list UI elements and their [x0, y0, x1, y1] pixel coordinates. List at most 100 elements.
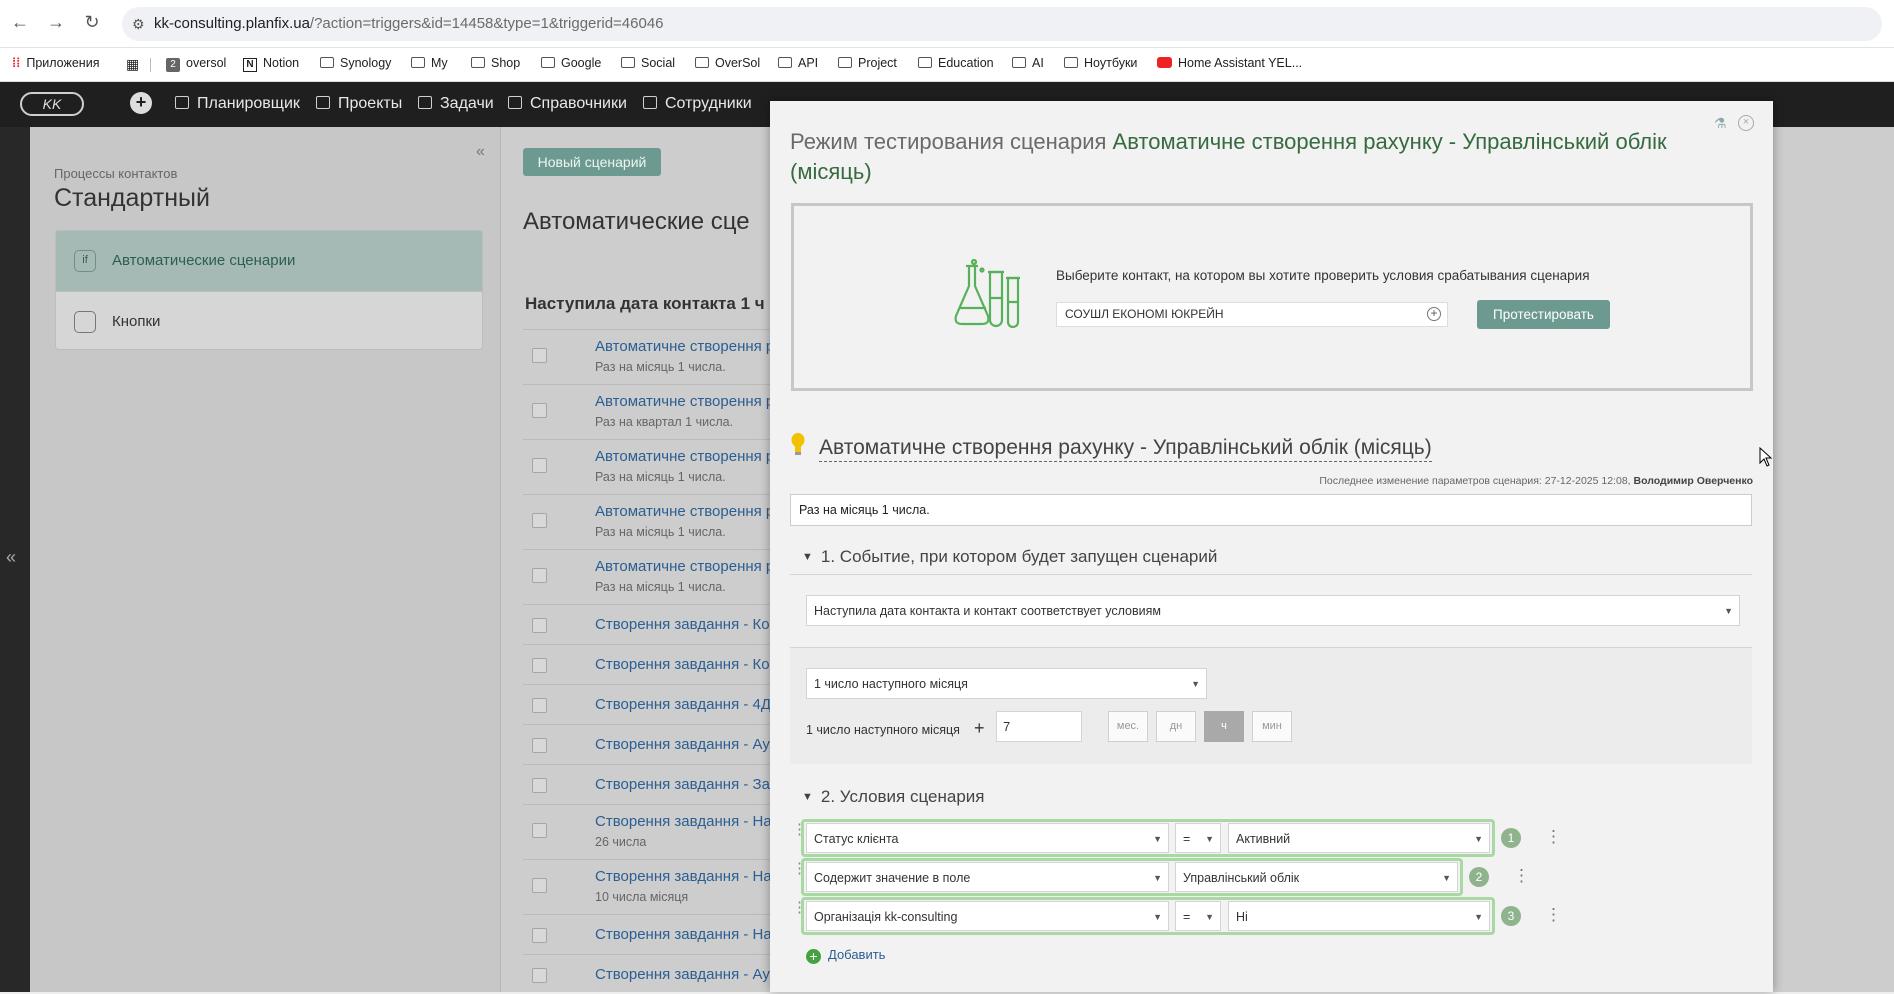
more-options-icon[interactable]: ⋮ — [1545, 906, 1562, 924]
drag-handle-icon[interactable]: ⋮ — [792, 820, 807, 838]
address-bar[interactable]: ⚙ kk-consulting.planfix.ua/?action=trigg… — [122, 7, 1882, 41]
row-checkbox[interactable] — [532, 738, 547, 753]
grid-icon[interactable]: ▦ — [126, 56, 139, 73]
row-title[interactable]: Створення завдання - На — [595, 813, 772, 830]
forward-icon[interactable]: → — [44, 12, 68, 33]
row-title[interactable]: Створення завдання - Ко — [595, 616, 770, 633]
scenario-row[interactable]: Створення завдання - На 10 числа місяця — [523, 859, 783, 914]
row-checkbox[interactable] — [532, 403, 547, 418]
condition-field-select[interactable]: Содержит значение в поле ▼ — [806, 862, 1169, 892]
condition-field-select[interactable]: Статус клієнта ▼ — [806, 823, 1169, 853]
row-title[interactable]: Автоматичне створення р — [595, 448, 774, 465]
bookmark-oversol-folder[interactable]: OverSol — [695, 56, 760, 70]
add-contact-icon[interactable]: + — [1427, 307, 1441, 321]
section-event-heading[interactable]: ▼ 1. Событие, при котором будет запущен с… — [802, 547, 1217, 567]
close-icon[interactable]: × — [1738, 115, 1754, 131]
bookmark-shop[interactable]: Shop — [471, 56, 520, 70]
reload-icon[interactable]: ↻ — [80, 12, 104, 33]
sidebar-item-buttons[interactable]: Кнопки — [56, 291, 482, 351]
scenario-row[interactable]: Створення завдання - Ко — [523, 644, 783, 684]
scenario-row[interactable]: Автоматичне створення р Раз на місяць 1 ч… — [523, 439, 783, 494]
row-title[interactable]: Створення завдання - Ау — [595, 966, 770, 983]
row-title[interactable]: Автоматичне створення р — [595, 338, 774, 355]
scenario-row[interactable]: Автоматичне створення р Раз на квартал 1 … — [523, 384, 783, 439]
collapse-sidebar-icon[interactable]: « — [476, 143, 485, 161]
scenario-row[interactable]: Створення завдання - Зак — [523, 764, 783, 804]
menu-directories[interactable]: Справочники — [508, 95, 627, 113]
row-checkbox[interactable] — [532, 458, 547, 473]
scenario-row[interactable]: Створення завдання - Ко — [523, 604, 783, 644]
condition-field-select[interactable]: Організація kk-consulting ▼ — [806, 901, 1169, 931]
row-title[interactable]: Створення завдання - На — [595, 868, 772, 885]
drag-handle-icon[interactable]: ⋮ — [792, 859, 807, 877]
unit-hour-button[interactable]: ч — [1204, 711, 1244, 742]
flask-icon[interactable]: ⚗ — [1714, 115, 1727, 132]
row-title[interactable]: Автоматичне створення р — [595, 503, 774, 520]
bookmark-education[interactable]: Education — [918, 56, 994, 70]
bookmark-ai[interactable]: AI — [1012, 56, 1044, 70]
row-title[interactable]: Створення завдання - Зак — [595, 776, 777, 793]
row-title[interactable]: Автоматичне створення р — [595, 558, 774, 575]
scenario-row[interactable]: Автоматичне створення р Раз на місяць 1 ч… — [523, 494, 783, 549]
scenario-description-field[interactable]: Раз на місяць 1 числа. — [790, 494, 1752, 526]
scenario-title[interactable]: Автоматичне створення рахунку - Управлін… — [819, 435, 1432, 462]
scenario-row[interactable]: Створення завдання - Ау — [523, 724, 783, 764]
add-icon[interactable]: + — [130, 92, 152, 114]
scenario-row[interactable]: Створення завдання - На — [523, 914, 783, 954]
menu-projects[interactable]: Проекты — [316, 95, 402, 113]
event-select[interactable]: Наступила дата контакта и контакт соотве… — [806, 595, 1740, 626]
bookmark-home-assistant[interactable]: Home Assistant YEL... — [1157, 56, 1302, 70]
sidebar-item-auto-scenarios[interactable]: if Автоматические сценарии — [56, 231, 482, 291]
menu-employees[interactable]: Сотрудники — [643, 95, 752, 113]
bookmark-api[interactable]: API — [778, 56, 818, 70]
row-title[interactable]: Створення завдання - 4Д — [595, 696, 771, 713]
bookmark-notion[interactable]: N Notion — [243, 56, 299, 72]
condition-operator-select[interactable]: = ▼ — [1175, 823, 1221, 853]
app-logo[interactable]: KK — [20, 92, 84, 116]
bookmark-social[interactable]: Social — [621, 56, 675, 70]
row-checkbox[interactable] — [532, 348, 547, 363]
unit-day-button[interactable]: дн — [1156, 711, 1196, 742]
row-checkbox[interactable] — [532, 968, 547, 983]
test-button[interactable]: Протестировать — [1477, 300, 1610, 329]
menu-planner[interactable]: Планировщик — [175, 95, 300, 113]
row-checkbox[interactable] — [532, 513, 547, 528]
row-checkbox[interactable] — [532, 698, 547, 713]
scenario-row[interactable]: Створення завдання - На 26 числа — [523, 804, 783, 859]
row-title[interactable]: Створення завдання - Ау — [595, 736, 770, 753]
drag-handle-icon[interactable]: ⋮ — [792, 898, 807, 916]
row-title[interactable]: Автоматичне створення р — [595, 393, 774, 410]
unit-minute-button[interactable]: мин — [1252, 711, 1292, 742]
section-conditions-heading[interactable]: ▼ 2. Условия сценария — [802, 787, 984, 807]
contact-select-input[interactable]: СОУШЛ ЕКОНОМІ ЮКРЕЙН + — [1056, 302, 1448, 327]
add-condition-button[interactable]: + Добавить — [806, 947, 885, 964]
row-title[interactable]: Створення завдання - На — [595, 926, 772, 943]
row-checkbox[interactable] — [532, 928, 547, 943]
offset-value-input[interactable]: 7 — [996, 711, 1082, 742]
more-options-icon[interactable]: ⋮ — [1545, 828, 1562, 846]
row-checkbox[interactable] — [532, 618, 547, 633]
expand-icon[interactable]: « — [6, 547, 16, 568]
scenario-row[interactable]: Створення завдання - Ау — [523, 954, 783, 994]
row-checkbox[interactable] — [532, 658, 547, 673]
bookmark-apps[interactable]: ⁞⁞ Приложения — [12, 56, 99, 70]
bookmark-notebooks[interactable]: Ноутбуки — [1064, 56, 1137, 70]
row-checkbox[interactable] — [532, 878, 547, 893]
scenario-row[interactable]: Створення завдання - 4Д — [523, 684, 783, 724]
bookmark-oversol[interactable]: 2 oversol — [166, 56, 226, 72]
scenario-row[interactable]: Автоматичне створення р Раз на місяць 1 ч… — [523, 549, 783, 604]
bookmark-project[interactable]: Project — [838, 56, 897, 70]
condition-value-select[interactable]: Управлінський облік ▼ — [1175, 862, 1458, 892]
row-title[interactable]: Створення завдання - Ко — [595, 656, 770, 673]
scenario-row[interactable]: Автоматичне створення р Раз на місяць 1 ч… — [523, 329, 783, 384]
site-settings-icon[interactable]: ⚙ — [132, 7, 145, 41]
bookmark-my[interactable]: My — [411, 56, 448, 70]
back-icon[interactable]: ← — [8, 12, 32, 33]
menu-tasks[interactable]: Задачи — [418, 95, 494, 113]
row-checkbox[interactable] — [532, 778, 547, 793]
unit-month-button[interactable]: мес. — [1108, 711, 1148, 742]
condition-operator-select[interactable]: = ▼ — [1175, 901, 1221, 931]
condition-value-select[interactable]: Ні ▼ — [1228, 901, 1490, 931]
bookmark-google[interactable]: Google — [541, 56, 601, 70]
row-checkbox[interactable] — [532, 568, 547, 583]
